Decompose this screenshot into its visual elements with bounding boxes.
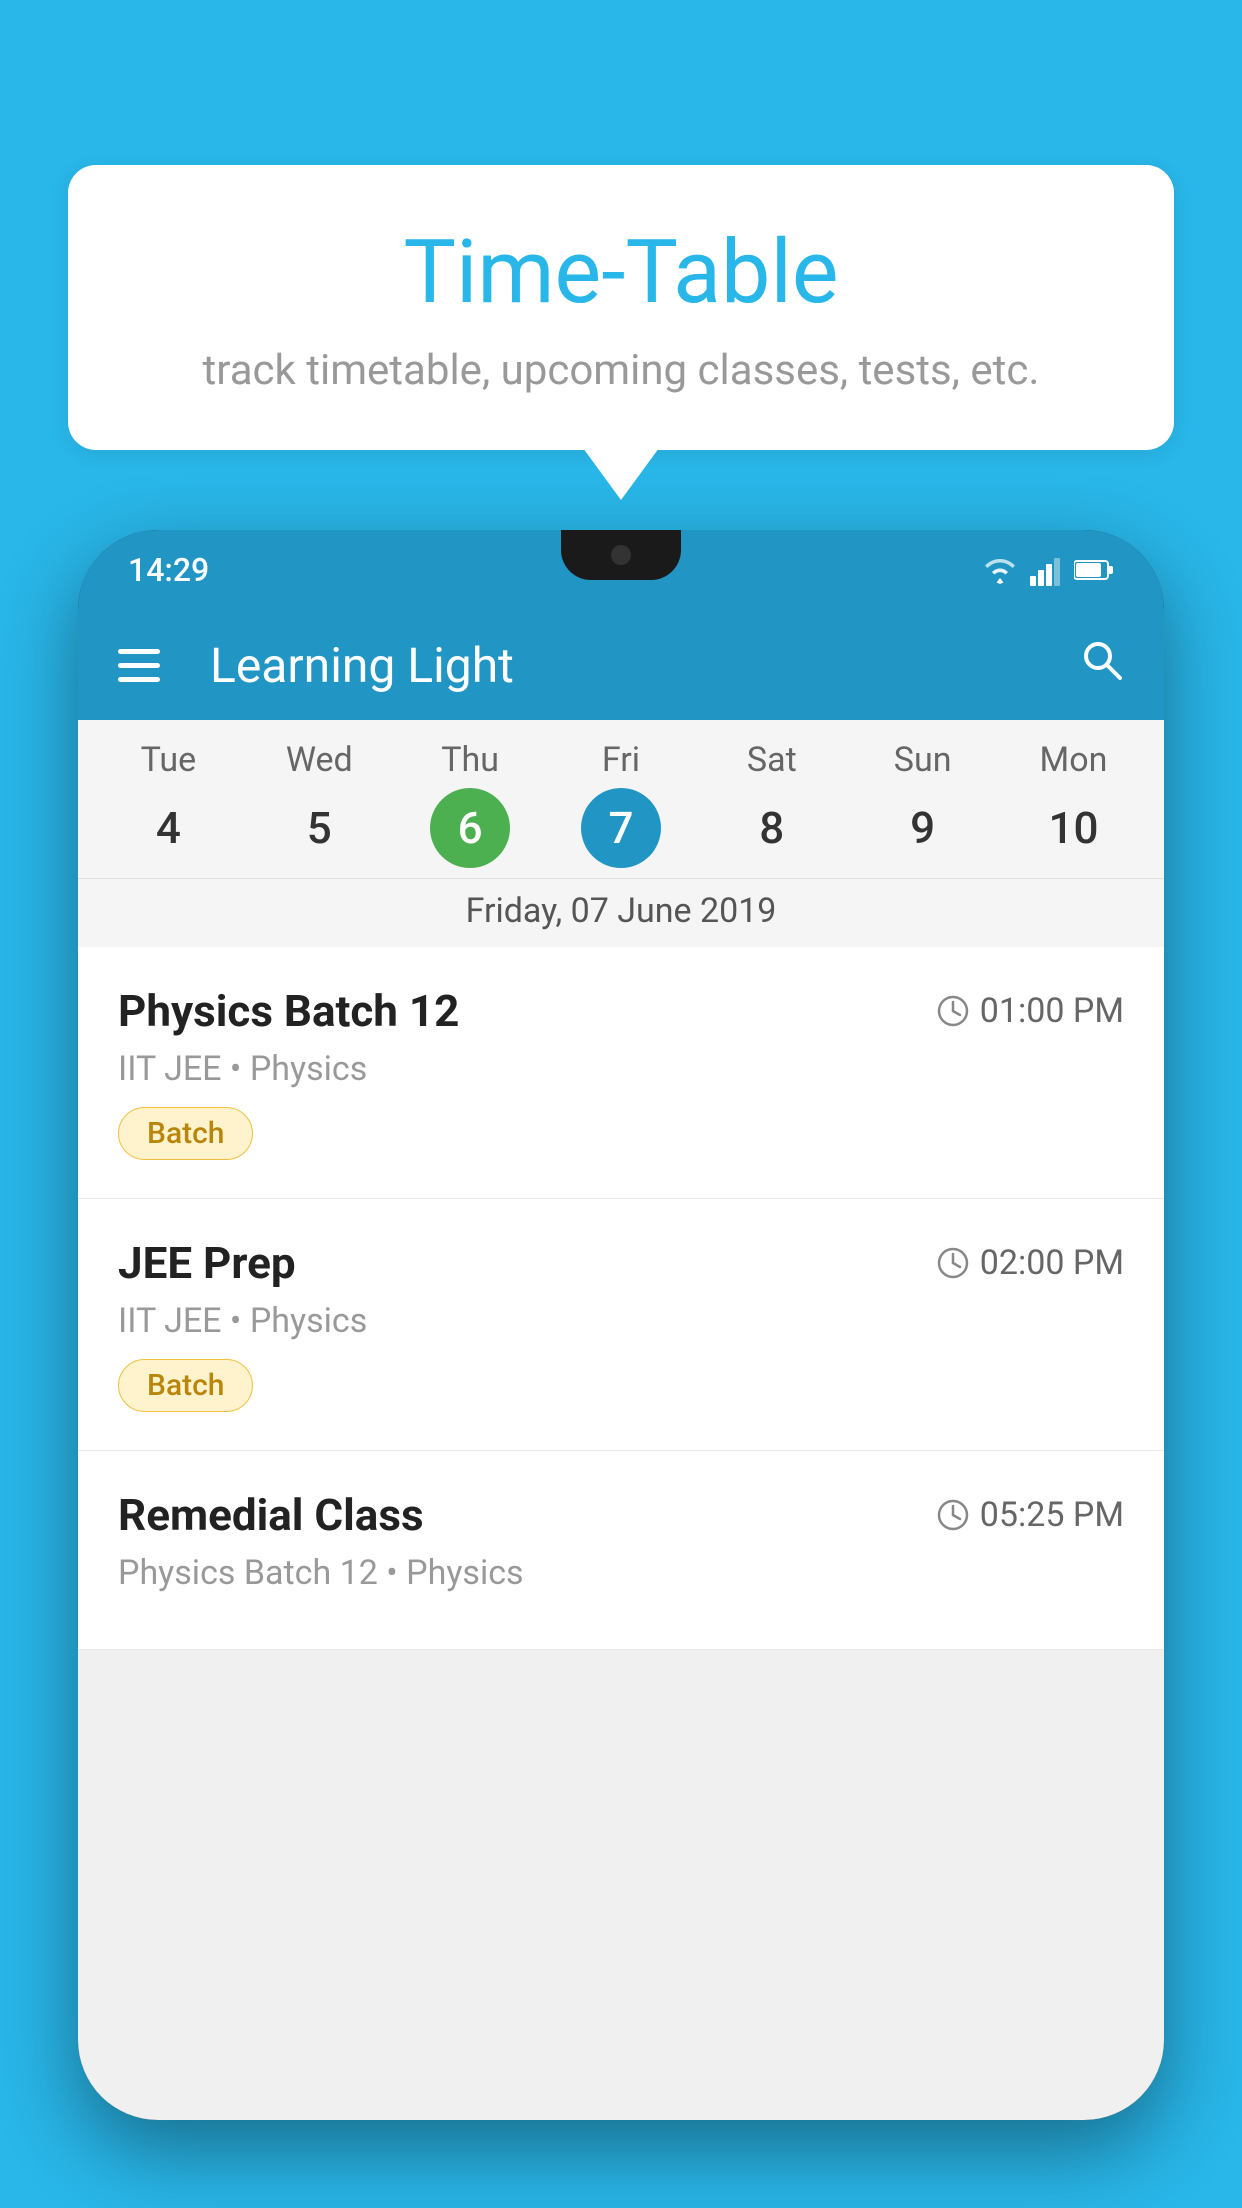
status-icons [982, 554, 1114, 586]
schedule-list: Physics Batch 12 01:00 PM IIT JEE • Physic… [78, 947, 1164, 1650]
day-col-mon[interactable]: Mon 10 [1013, 740, 1133, 868]
schedule-item[interactable]: Physics Batch 12 01:00 PM IIT JEE • Physic… [78, 947, 1164, 1199]
day-col-thu[interactable]: Thu 6 [410, 740, 530, 868]
schedule-item-time: 02:00 PM [936, 1243, 1124, 1283]
schedule-item-time-text: 05:25 PM [980, 1495, 1124, 1535]
battery-icon [1074, 558, 1114, 582]
batch-tag: Batch [118, 1107, 253, 1160]
signal-icon [1030, 554, 1062, 586]
wifi-icon [982, 556, 1018, 584]
day-label: Sun [894, 740, 952, 780]
page-title: Time-Table [108, 225, 1134, 322]
day-number: 9 [883, 788, 963, 868]
batch-tag: Batch [118, 1359, 253, 1412]
phone-container: 14:29 [78, 530, 1164, 2208]
schedule-item-title: Remedial Class [118, 1489, 424, 1541]
day-number: 8 [732, 788, 812, 868]
day-number: 6 [430, 788, 510, 868]
phone-frame: 14:29 [78, 530, 1164, 2120]
speech-bubble: Time-Table track timetable, upcoming cla… [68, 165, 1174, 450]
status-time: 14:29 [128, 551, 209, 589]
status-bar: 14:29 [78, 530, 1164, 610]
day-col-sat[interactable]: Sat 8 [712, 740, 832, 868]
schedule-item-header: Physics Batch 12 01:00 PM [118, 985, 1124, 1037]
schedule-item-title: Physics Batch 12 [118, 985, 459, 1037]
clock-icon [936, 1246, 970, 1280]
day-col-wed[interactable]: Wed 5 [259, 740, 379, 868]
schedule-item-time: 01:00 PM [936, 991, 1124, 1031]
day-col-sun[interactable]: Sun 9 [863, 740, 983, 868]
schedule-item-subtitle: IIT JEE • Physics [118, 1049, 1124, 1089]
day-col-tue[interactable]: Tue 4 [108, 740, 228, 868]
day-label: Fri [602, 740, 640, 780]
day-label: Mon [1040, 740, 1108, 780]
schedule-item-header: JEE Prep 02:00 PM [118, 1237, 1124, 1289]
days-row: Tue 4 Wed 5 Thu 6 Fri 7 Sat 8 Sun 9 Mon 10 [78, 740, 1164, 868]
day-label: Thu [441, 740, 499, 780]
day-number: 4 [128, 788, 208, 868]
selected-date-label: Friday, 07 June 2019 [78, 878, 1164, 947]
search-icon[interactable] [1080, 638, 1124, 693]
schedule-item-title: JEE Prep [118, 1237, 296, 1289]
day-label: Sat [747, 740, 797, 780]
hamburger-menu-icon[interactable] [118, 649, 160, 682]
notch [561, 530, 681, 580]
clock-icon [936, 1498, 970, 1532]
day-col-fri[interactable]: Fri 7 [561, 740, 681, 868]
day-number: 5 [279, 788, 359, 868]
clock-icon [936, 994, 970, 1028]
day-label: Tue [141, 740, 196, 780]
day-label: Wed [286, 740, 353, 780]
calendar-header: Tue 4 Wed 5 Thu 6 Fri 7 Sat 8 Sun 9 Mon 10 Friday, 07… [78, 720, 1164, 947]
schedule-item-time: 05:25 PM [936, 1495, 1124, 1535]
app-bar-title: Learning Light [210, 637, 1050, 694]
page-subtitle: track timetable, upcoming classes, tests… [108, 346, 1134, 395]
schedule-item[interactable]: JEE Prep 02:00 PM IIT JEE • Physics Batch [78, 1199, 1164, 1451]
camera [611, 545, 631, 565]
schedule-item-subtitle: Physics Batch 12 • Physics [118, 1553, 1124, 1593]
schedule-item-time-text: 01:00 PM [980, 991, 1124, 1031]
phone-screen: Learning Light Tue4Wed5Thu6Fri7Sat8Sun9M… [78, 610, 1164, 2120]
schedule-item-subtitle: IIT JEE • Physics [118, 1301, 1124, 1341]
speech-bubble-container: Time-Table track timetable, upcoming cla… [68, 165, 1174, 450]
schedule-item[interactable]: Remedial Class 05:25 PM Physics Batch 12 •… [78, 1451, 1164, 1650]
day-number: 10 [1033, 788, 1113, 868]
schedule-item-time-text: 02:00 PM [980, 1243, 1124, 1283]
schedule-item-header: Remedial Class 05:25 PM [118, 1489, 1124, 1541]
app-bar: Learning Light [78, 610, 1164, 720]
day-number: 7 [581, 788, 661, 868]
